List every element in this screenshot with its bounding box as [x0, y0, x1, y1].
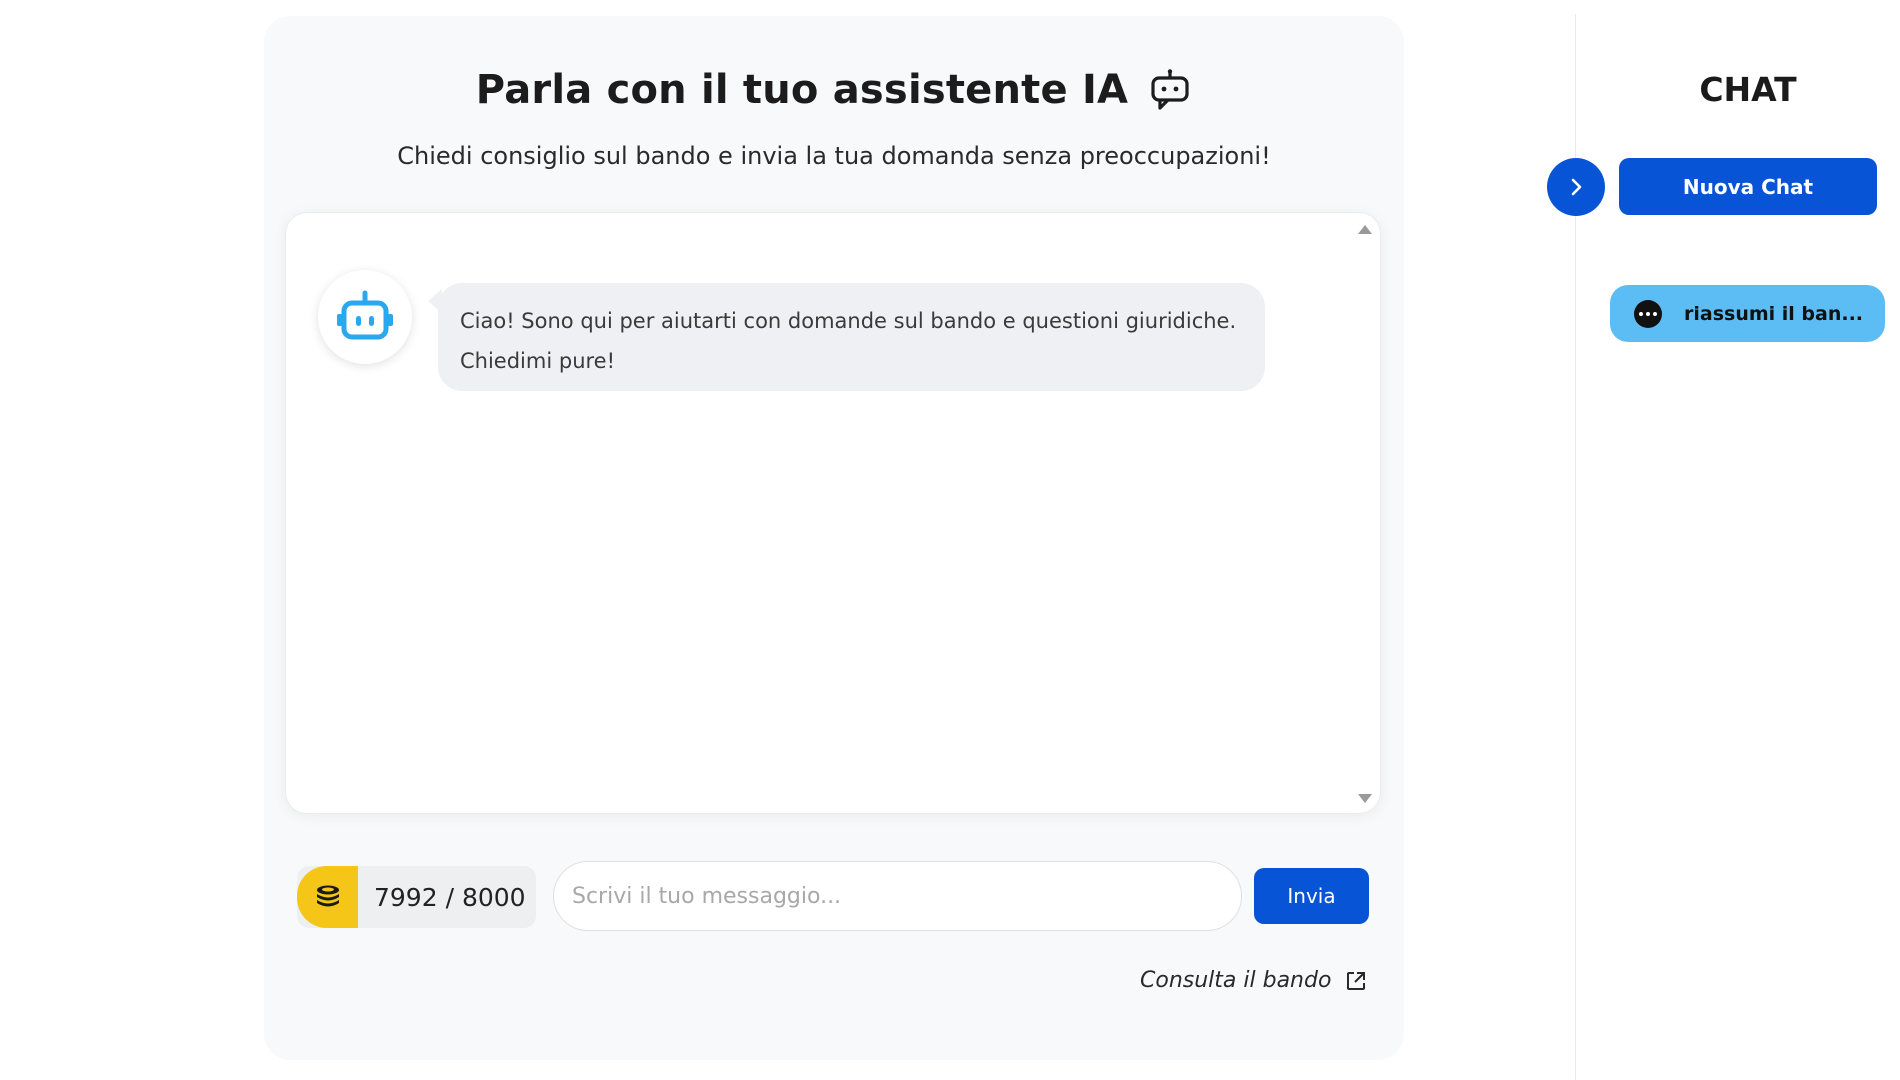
- token-count: 7992 / 8000: [374, 882, 526, 912]
- page-title: Parla con il tuo assistente IA: [475, 67, 1129, 113]
- consult-bando-label: Consulta il bando: [1140, 968, 1332, 993]
- chat-messages-area[interactable]: Ciao! Sono qui per aiutarti con domande …: [285, 212, 1381, 814]
- message-input[interactable]: [553, 861, 1242, 931]
- scroll-down-arrow[interactable]: [1358, 794, 1372, 803]
- robot-icon: [337, 290, 393, 340]
- scroll-up-arrow[interactable]: [1358, 225, 1372, 234]
- bot-message-bubble: Ciao! Sono qui per aiutarti con domande …: [428, 283, 1265, 391]
- bot-avatar: [318, 270, 412, 364]
- bot-message-line: Ciao! Sono qui per aiutarti con domande …: [460, 309, 1237, 333]
- chat-history-item-label: riassumi il ban...: [1684, 302, 1864, 325]
- page-subtitle: Chiedi consiglio sul bando e invia la tu…: [397, 142, 1271, 170]
- sidebar-title: CHAT: [1699, 70, 1797, 109]
- chevron-right-icon: [1571, 178, 1582, 196]
- external-link-icon: [1347, 971, 1366, 990]
- bot-message-line: Chiedimi pure!: [460, 349, 616, 373]
- coins-icon: [316, 885, 339, 907]
- send-button[interactable]: Invia: [1254, 868, 1369, 924]
- bubble-tail: [428, 289, 442, 313]
- sidebar-toggle-button[interactable]: [1547, 158, 1605, 216]
- new-chat-button[interactable]: Nuova Chat: [1619, 158, 1877, 215]
- more-dots-icon[interactable]: [1634, 299, 1662, 328]
- token-counter: 7992 / 8000: [297, 866, 536, 928]
- title-row: Parla con il tuo assistente IA: [264, 60, 1404, 120]
- chat-history-item[interactable]: riassumi il ban...: [1610, 285, 1885, 342]
- chat-bot-icon: [1151, 69, 1189, 110]
- coin-badge: [297, 866, 358, 928]
- consult-bando-link[interactable]: Consulta il bando: [1140, 968, 1367, 993]
